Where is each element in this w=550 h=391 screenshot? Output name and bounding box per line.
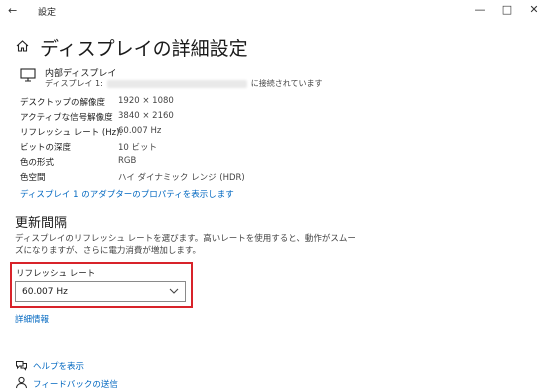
monitor-icon: [20, 68, 36, 82]
info-value: 60.007 Hz: [118, 126, 162, 136]
close-button[interactable]: ✕: [524, 3, 544, 16]
help-link-label[interactable]: ヘルプを表示: [33, 360, 84, 372]
refresh-rate-dropdown[interactable]: 60.007 Hz: [15, 281, 186, 302]
window-title: 設定: [38, 8, 57, 18]
title-bar: ← 設定 — □ ✕: [0, 0, 550, 22]
info-label: ビットの深度: [20, 143, 72, 153]
info-label: 色の形式: [20, 158, 55, 168]
info-value: ハイ ダイナミック レンジ (HDR): [118, 173, 245, 183]
info-value: 1920 × 1080: [118, 96, 174, 106]
refresh-rate-label: リフレッシュ レート: [16, 269, 96, 279]
info-value: 3840 × 2160: [118, 111, 174, 121]
info-label: リフレッシュ レート (Hz):: [20, 128, 123, 138]
display-connection: ディスプレイ 1: に接続されています: [45, 78, 323, 89]
back-arrow-icon[interactable]: ←: [8, 4, 17, 17]
chevron-down-icon: [169, 288, 179, 294]
page-title: ディスプレイの詳細設定: [40, 38, 248, 60]
maximize-button[interactable]: □: [497, 3, 517, 16]
info-value: 10 ビット: [118, 143, 158, 153]
advanced-info-link[interactable]: 詳細情報: [15, 313, 49, 325]
refresh-section-title: 更新間隔: [15, 216, 68, 231]
adapter-properties-link[interactable]: ディスプレイ 1 のアダプターのプロパティを表示します: [20, 188, 234, 200]
info-label: アクティブな信号解像度: [20, 113, 113, 123]
info-value: RGB: [118, 156, 137, 166]
display-connection-prefix: ディスプレイ 1:: [45, 79, 103, 88]
home-icon: [16, 40, 29, 52]
info-label: デスクトップの解像度: [20, 98, 106, 108]
refresh-rate-selected: 60.007 Hz: [22, 287, 68, 297]
info-label: 色空間: [20, 173, 46, 183]
display-connection-suffix: に接続されています: [250, 79, 323, 88]
refresh-section-description: ディスプレイのリフレッシュ レートを選びます。高いレートを使用すると、動作がスム…: [15, 234, 356, 256]
redacted-area: [106, 79, 247, 88]
help-icon: [16, 361, 27, 371]
feedback-link-label[interactable]: フィードバックの送信: [33, 378, 118, 390]
minimize-button[interactable]: —: [470, 3, 490, 16]
feedback-icon: [16, 376, 27, 389]
